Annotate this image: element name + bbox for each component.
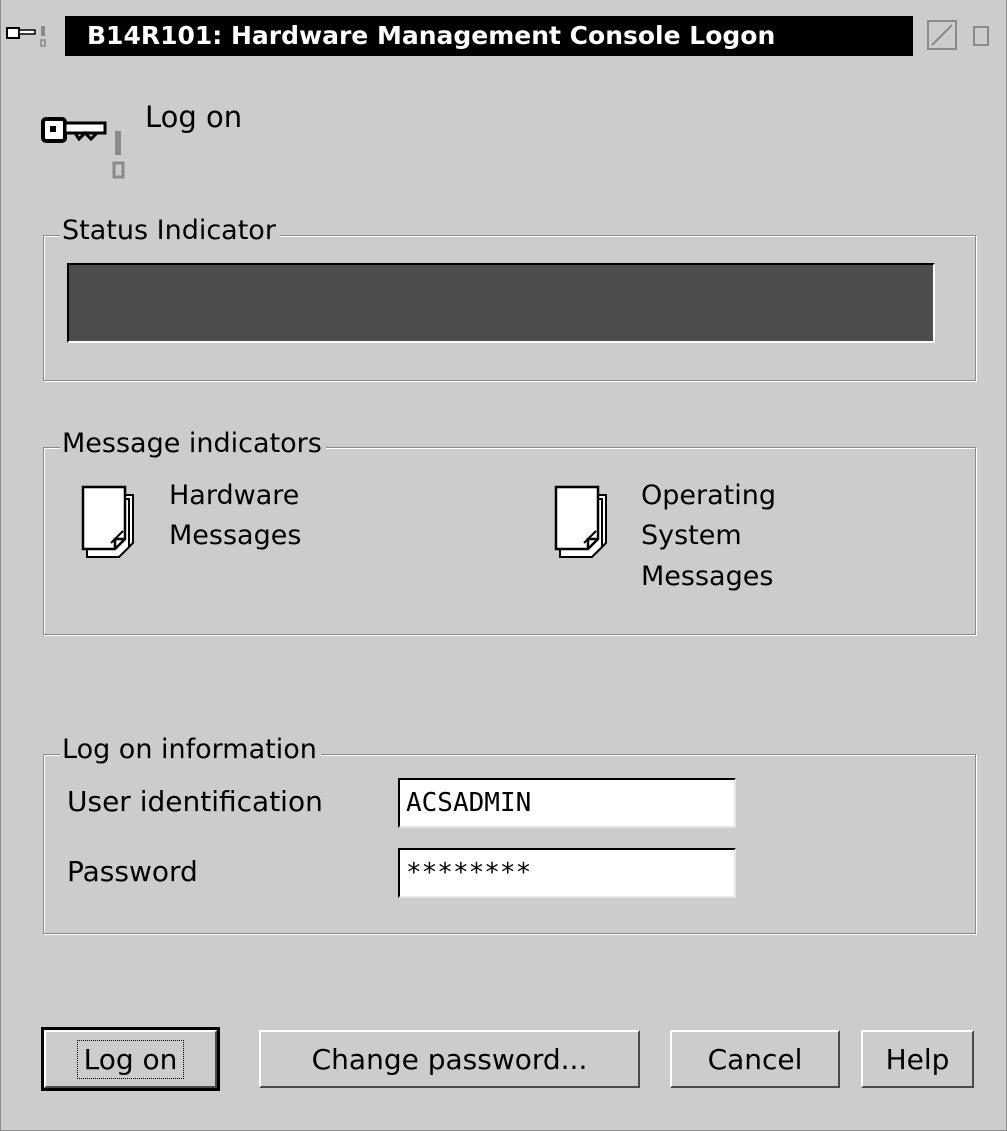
help-button-label: Help xyxy=(885,1042,950,1076)
logon-dialog: B14R101: Hardware Management Console Log… xyxy=(0,0,1007,1131)
maximize-icon xyxy=(931,24,953,46)
logon-button[interactable]: Log on xyxy=(41,1027,220,1091)
system-menu-key-icon[interactable] xyxy=(5,20,59,48)
password-label: Password xyxy=(67,855,198,888)
operating-system-messages-document-icon[interactable] xyxy=(554,485,618,565)
logon-button-label: Log on xyxy=(76,1039,185,1079)
title-bar[interactable]: B14R101: Hardware Management Console Log… xyxy=(65,16,913,56)
page-title: Log on xyxy=(145,100,243,134)
help-button[interactable]: Help xyxy=(861,1030,974,1088)
maximize-button[interactable] xyxy=(927,20,957,50)
os-messages-line2: System xyxy=(641,520,742,551)
minimize-button[interactable] xyxy=(973,26,989,46)
hardware-messages-line1: Hardware xyxy=(169,480,300,511)
message-indicators-label: Message indicators xyxy=(60,427,326,461)
user-identification-field[interactable] xyxy=(398,778,736,828)
change-password-button-label: Change password... xyxy=(311,1042,588,1076)
user-identification-label: User identification xyxy=(67,785,323,818)
change-password-button[interactable]: Change password... xyxy=(259,1030,640,1088)
os-messages-line3: Messages xyxy=(641,561,774,592)
window-title: B14R101: Hardware Management Console Log… xyxy=(87,21,776,50)
key-icon xyxy=(41,117,125,179)
hardware-messages-line2: Messages xyxy=(169,520,302,551)
os-messages-line1: Operating xyxy=(641,480,776,511)
logon-information-label: Log on information xyxy=(60,733,321,767)
status-indicator-label: Status Indicator xyxy=(60,214,280,248)
cancel-button-label: Cancel xyxy=(707,1042,803,1076)
hardware-messages-document-icon[interactable] xyxy=(81,485,145,565)
status-indicator-bar xyxy=(67,263,935,343)
password-field[interactable] xyxy=(398,848,736,898)
cancel-button[interactable]: Cancel xyxy=(670,1030,840,1088)
